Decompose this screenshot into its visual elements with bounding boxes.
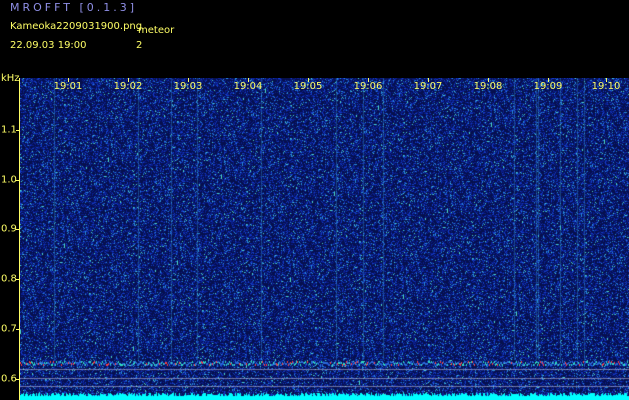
- time-tick-mark: [548, 78, 549, 82]
- time-tick-label: 19:04: [233, 81, 263, 92]
- time-tick-label: 19:07: [413, 81, 443, 92]
- frequency-tick-label: 0.8: [1, 273, 17, 285]
- frequency-tick-label: 1.0: [1, 174, 17, 186]
- date-time: 22.09.03 19:00: [10, 40, 87, 51]
- time-tick-mark: [68, 78, 69, 82]
- time-tick-mark: [488, 78, 489, 82]
- frequency-tick-label: 0.6: [1, 373, 17, 385]
- time-tick-label: 19:02: [113, 81, 143, 92]
- time-tick-label: 19:06: [353, 81, 383, 92]
- time-tick-label: 19:05: [293, 81, 323, 92]
- frequency-tick-label: 0.7: [1, 323, 17, 335]
- frequency-tick-mark: [16, 379, 20, 380]
- time-tick-mark: [606, 78, 607, 82]
- time-tick-label: 19:01: [53, 81, 83, 92]
- y-axis-line: [19, 78, 20, 400]
- frequency-tick-label: 1.1: [1, 124, 17, 136]
- spectrogram: [20, 78, 629, 400]
- frequency-tick-mark: [16, 229, 20, 230]
- time-tick-label: 19:03: [173, 81, 203, 92]
- frequency-tick-mark: [16, 279, 20, 280]
- file-name: Kameoka2209031900.png: [10, 21, 143, 32]
- meteor-label: meteor: [138, 25, 175, 36]
- app-title: MROFFT [0.1.3]: [10, 1, 138, 14]
- time-tick-mark: [248, 78, 249, 82]
- time-tick-label: 19:08: [473, 81, 503, 92]
- time-tick-label: 19:10: [591, 81, 621, 92]
- time-tick-mark: [188, 78, 189, 82]
- meteor-count: 2: [136, 40, 143, 51]
- frequency-tick-mark: [16, 180, 20, 181]
- frequency-unit-label: kHz: [1, 73, 20, 84]
- frequency-tick-mark: [16, 130, 20, 131]
- time-tick-mark: [368, 78, 369, 82]
- time-tick-mark: [428, 78, 429, 82]
- frequency-tick-mark: [16, 329, 20, 330]
- time-tick-mark: [308, 78, 309, 82]
- time-tick-mark: [128, 78, 129, 82]
- time-tick-label: 19:09: [533, 81, 563, 92]
- frequency-tick-label: 0.9: [1, 223, 17, 235]
